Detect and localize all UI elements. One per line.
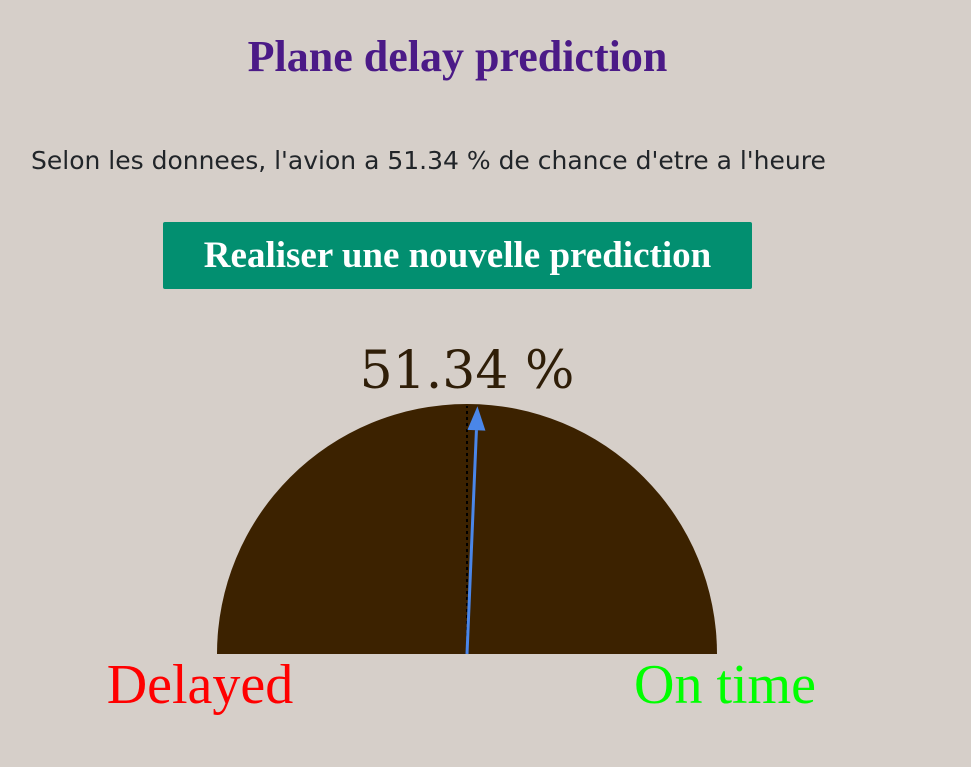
new-prediction-button[interactable]: Realiser une nouvelle prediction [163,222,752,289]
page-title: Plane delay prediction [247,32,668,81]
prediction-gauge: 51.34 % Delayed On time [107,341,816,716]
gauge-label-delayed: Delayed [107,654,294,716]
prediction-result-text: Selon les donnees, l'avion a 51.34 % de … [31,146,826,175]
gauge-label-on-time: On time [634,654,816,716]
gauge-value-label: 51.34 % [360,341,575,401]
